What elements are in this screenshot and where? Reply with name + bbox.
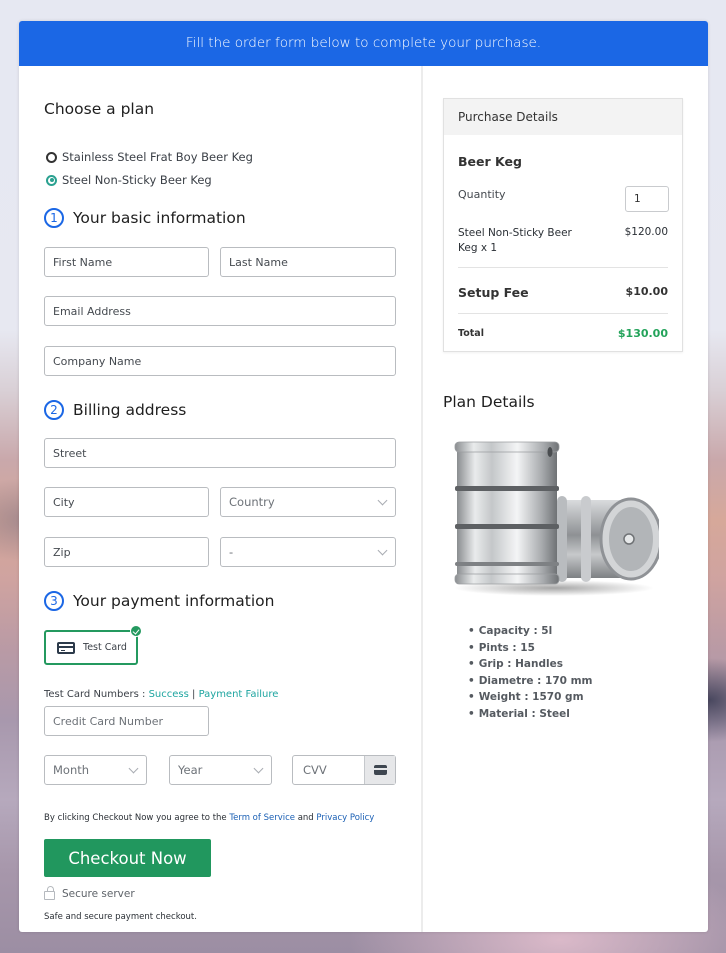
radio-unchecked-icon[interactable]	[46, 151, 57, 163]
chevron-down-icon	[377, 545, 388, 556]
beer-keg-image	[454, 441, 659, 596]
zip-input[interactable]: Zip	[44, 537, 209, 567]
test-numbers-prefix: Test Card Numbers :	[44, 689, 149, 700]
email-input[interactable]: Email Address	[44, 296, 396, 326]
country-value: Country	[229, 495, 275, 509]
secure-server-note: Secure server	[44, 886, 135, 900]
order-form: Choose a plan Stainless Steel Frat Boy B…	[19, 66, 421, 932]
credit-card-icon	[57, 641, 75, 654]
cvv-help-button[interactable]	[364, 756, 395, 784]
check-circle-icon	[130, 625, 142, 637]
plan-option-label: Stainless Steel Frat Boy Beer Keg	[62, 150, 253, 164]
street-input[interactable]: Street	[44, 438, 396, 468]
plan-option-frat-boy[interactable]: Stainless Steel Frat Boy Beer Keg	[46, 150, 253, 164]
country-select[interactable]: Country	[220, 487, 396, 517]
spec-item: Weight : 1570 gm	[468, 689, 592, 706]
separator: |	[188, 689, 199, 700]
privacy-policy-link[interactable]: Privacy Policy	[316, 813, 374, 823]
secure-server-label: Secure server	[62, 887, 135, 900]
success-link[interactable]: Success	[149, 689, 189, 700]
terms-of-service-link[interactable]: Term of Service	[229, 813, 295, 823]
first-name-input[interactable]: First Name	[44, 247, 209, 277]
line-item-price: $120.00	[624, 226, 668, 238]
order-form-card: Fill the order form below to complete yo…	[19, 21, 708, 932]
setup-fee-label: Setup Fee	[458, 285, 529, 300]
month-select[interactable]: Month	[44, 755, 147, 785]
billing-heading: 2 Billing address	[44, 400, 186, 420]
checkout-now-button[interactable]: Checkout Now	[44, 839, 211, 877]
month-value: Month	[53, 763, 90, 777]
plan-specs-list: Capacity : 5l Pints : 15 Grip : Handles …	[468, 623, 593, 723]
line-item-label: Steel Non-Sticky Beer Keg x 1	[458, 227, 572, 254]
choose-plan-heading: Choose a plan	[44, 100, 155, 118]
city-input[interactable]: City	[44, 487, 209, 517]
terms-agreement: By clicking Checkout Now you agree to th…	[44, 813, 374, 823]
spec-item: Material : Steel	[468, 706, 592, 723]
payment-failure-link[interactable]: Payment Failure	[199, 689, 279, 700]
payment-heading: 3 Your payment information	[44, 591, 274, 611]
section-title: Your payment information	[73, 592, 275, 610]
chevron-down-icon	[253, 763, 264, 774]
state-value: -	[229, 545, 234, 559]
spec-item: Pints : 15	[468, 640, 592, 657]
test-card-numbers: Test Card Numbers : Success | Payment Fa…	[44, 689, 278, 700]
summary-column: Purchase Details Beer Keg Quantity Steel…	[423, 66, 708, 932]
divider	[458, 313, 668, 314]
last-name-input[interactable]: Last Name	[220, 247, 396, 277]
card-number-input[interactable]: Credit Card Number	[44, 706, 209, 736]
year-value: Year	[178, 763, 203, 777]
year-select[interactable]: Year	[169, 755, 272, 785]
quantity-label: Quantity	[458, 188, 506, 201]
agreement-prefix: By clicking Checkout Now you agree to th…	[44, 813, 230, 823]
purchase-details-box: Purchase Details Beer Keg Quantity Steel…	[443, 98, 683, 352]
section-title: Billing address	[73, 401, 187, 419]
lock-icon	[44, 886, 55, 900]
chevron-down-icon	[128, 763, 139, 774]
spec-item: Grip : Handles	[468, 656, 592, 673]
test-card-option[interactable]: Test Card	[44, 625, 142, 665]
spec-item: Diametre : 170 mm	[468, 673, 593, 690]
spec-item: Capacity : 5l	[468, 623, 592, 640]
step-1-icon: 1	[44, 208, 64, 228]
total-value: $130.00	[617, 327, 668, 340]
state-select[interactable]: -	[220, 537, 396, 567]
plan-option-label: Steel Non-Sticky Beer Keg	[62, 173, 212, 187]
plan-option-non-sticky[interactable]: Steel Non-Sticky Beer Keg	[46, 173, 212, 187]
step-2-icon: 2	[44, 400, 64, 420]
credit-card-icon	[373, 765, 387, 775]
step-3-icon: 3	[44, 591, 64, 611]
purchase-details-header: Purchase Details	[444, 99, 682, 135]
divider	[458, 267, 668, 268]
agreement-and: and	[295, 813, 317, 823]
section-title: Your basic information	[73, 209, 246, 227]
header-banner: Fill the order form below to complete yo…	[19, 21, 708, 66]
quantity-input[interactable]	[625, 186, 669, 212]
standing-keg	[454, 441, 560, 585]
test-card-label: Test Card	[83, 642, 127, 653]
radio-checked-icon[interactable]	[46, 174, 57, 186]
total-label: Total	[458, 328, 484, 339]
cvv-input[interactable]: CVV	[292, 755, 396, 785]
setup-fee-value: $10.00	[625, 285, 668, 298]
product-name: Beer Keg	[458, 154, 522, 169]
chevron-down-icon	[377, 495, 388, 506]
safe-checkout-text: Safe and secure payment checkout.	[44, 912, 197, 922]
cvv-placeholder: CVV	[303, 763, 327, 777]
lying-keg	[549, 496, 659, 582]
plan-details-heading: Plan Details	[443, 393, 535, 411]
company-input[interactable]: Company Name	[44, 346, 396, 376]
basic-info-heading: 1 Your basic information	[44, 208, 246, 228]
